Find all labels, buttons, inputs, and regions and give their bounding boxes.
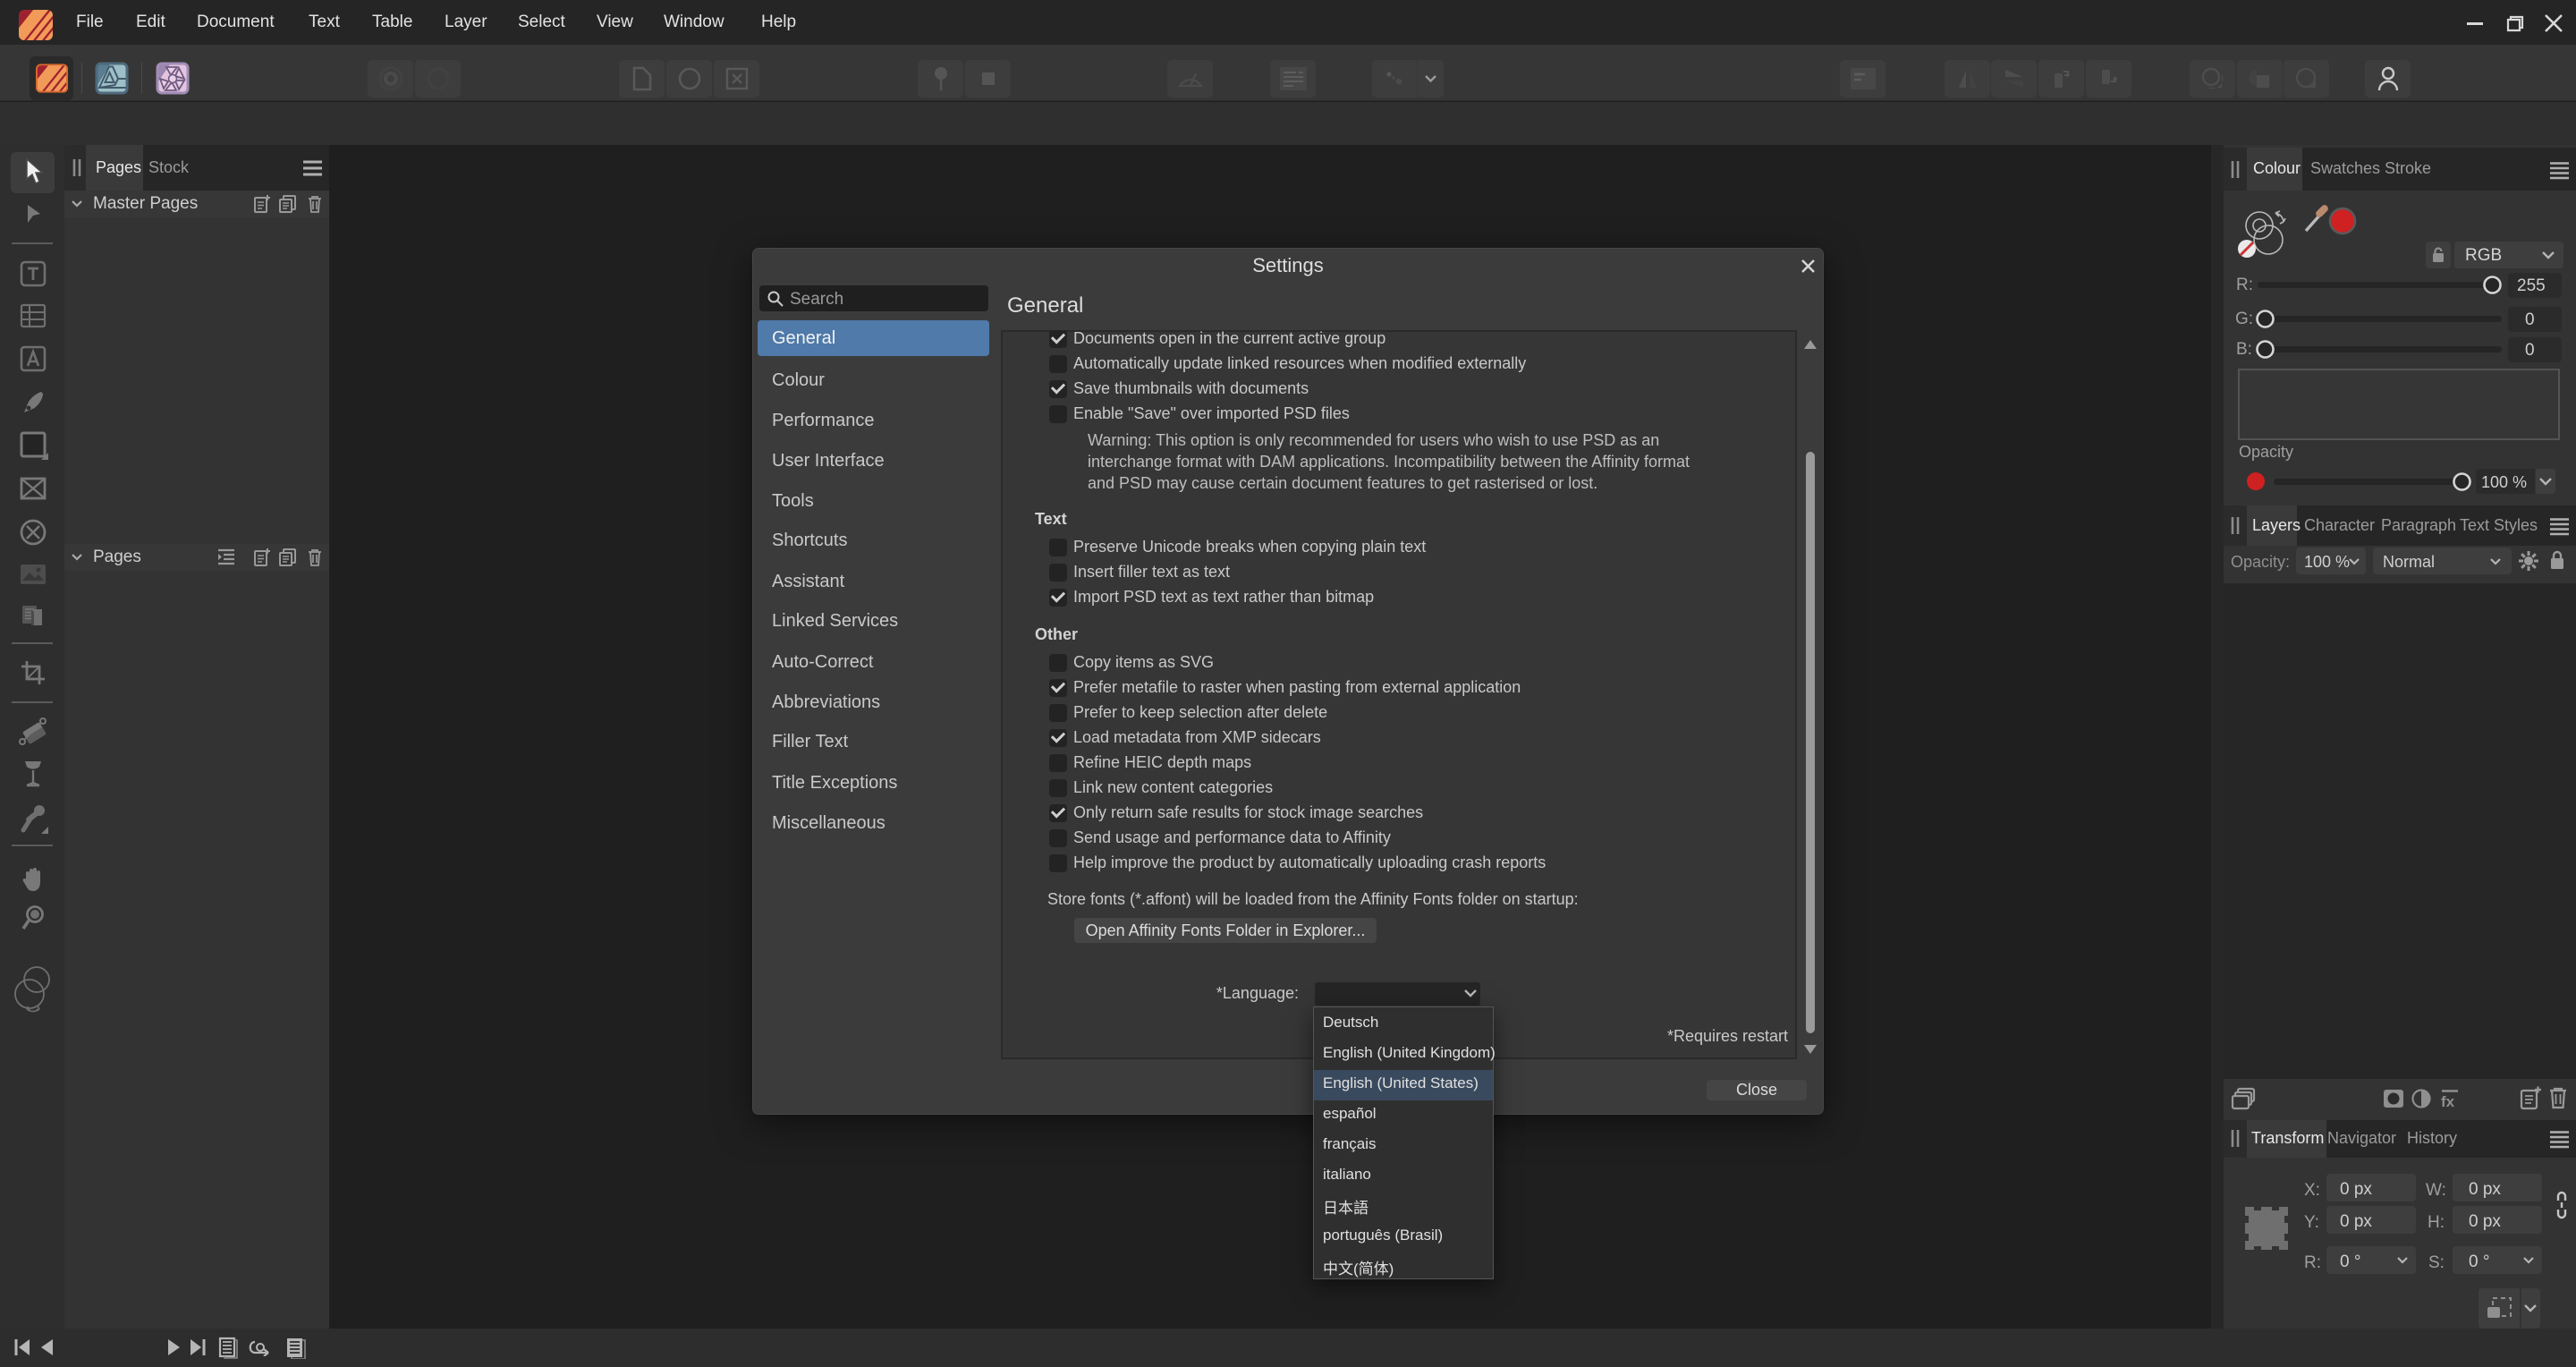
svg-text:fx: fx <box>2441 1093 2455 1108</box>
